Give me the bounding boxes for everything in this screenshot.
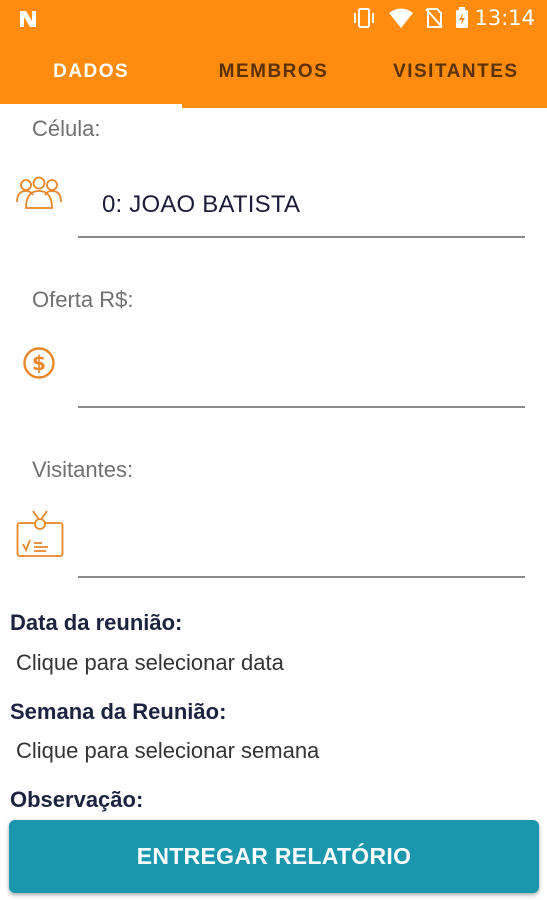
no-sim-icon — [425, 8, 443, 28]
oferta-label: Oferta R$: — [32, 287, 134, 312]
celula-field[interactable]: 0: JOAO BATISTA — [102, 191, 300, 219]
dollar-icon: $ — [23, 347, 55, 379]
celula-underline — [78, 236, 525, 238]
n-logo-icon — [20, 11, 36, 27]
select-date-link[interactable]: Clique para selecionar data — [16, 650, 284, 676]
notes-title: Observação: — [10, 787, 144, 812]
visitantes-underline — [78, 576, 525, 578]
meeting-date-title: Data da reunião: — [10, 610, 183, 635]
submit-report-button[interactable]: ENTREGAR RELATÓRIO — [9, 820, 539, 893]
select-week-link[interactable]: Clique para selecionar semana — [16, 738, 319, 764]
visitantes-label: Visitantes: — [32, 457, 134, 482]
tab-visitantes[interactable]: VISITANTES — [365, 36, 547, 108]
clock: 13:14 — [474, 6, 535, 30]
oferta-underline — [78, 406, 525, 408]
tab-dados[interactable]: DADOS — [0, 36, 183, 108]
status-bar: 13:14 — [0, 0, 547, 36]
battery-charging-icon — [456, 7, 468, 28]
badge-icon — [16, 510, 64, 557]
tab-bar: DADOS MEMBROS VISITANTES — [0, 36, 547, 108]
vibrate-icon — [354, 8, 374, 28]
celula-label: Célula: — [32, 116, 101, 141]
meeting-week-title: Semana da Reunião: — [10, 699, 227, 724]
group-icon — [16, 176, 62, 209]
wifi-icon — [389, 8, 413, 28]
tab-membros[interactable]: MEMBROS — [182, 36, 364, 108]
svg-text:$: $ — [32, 351, 46, 375]
